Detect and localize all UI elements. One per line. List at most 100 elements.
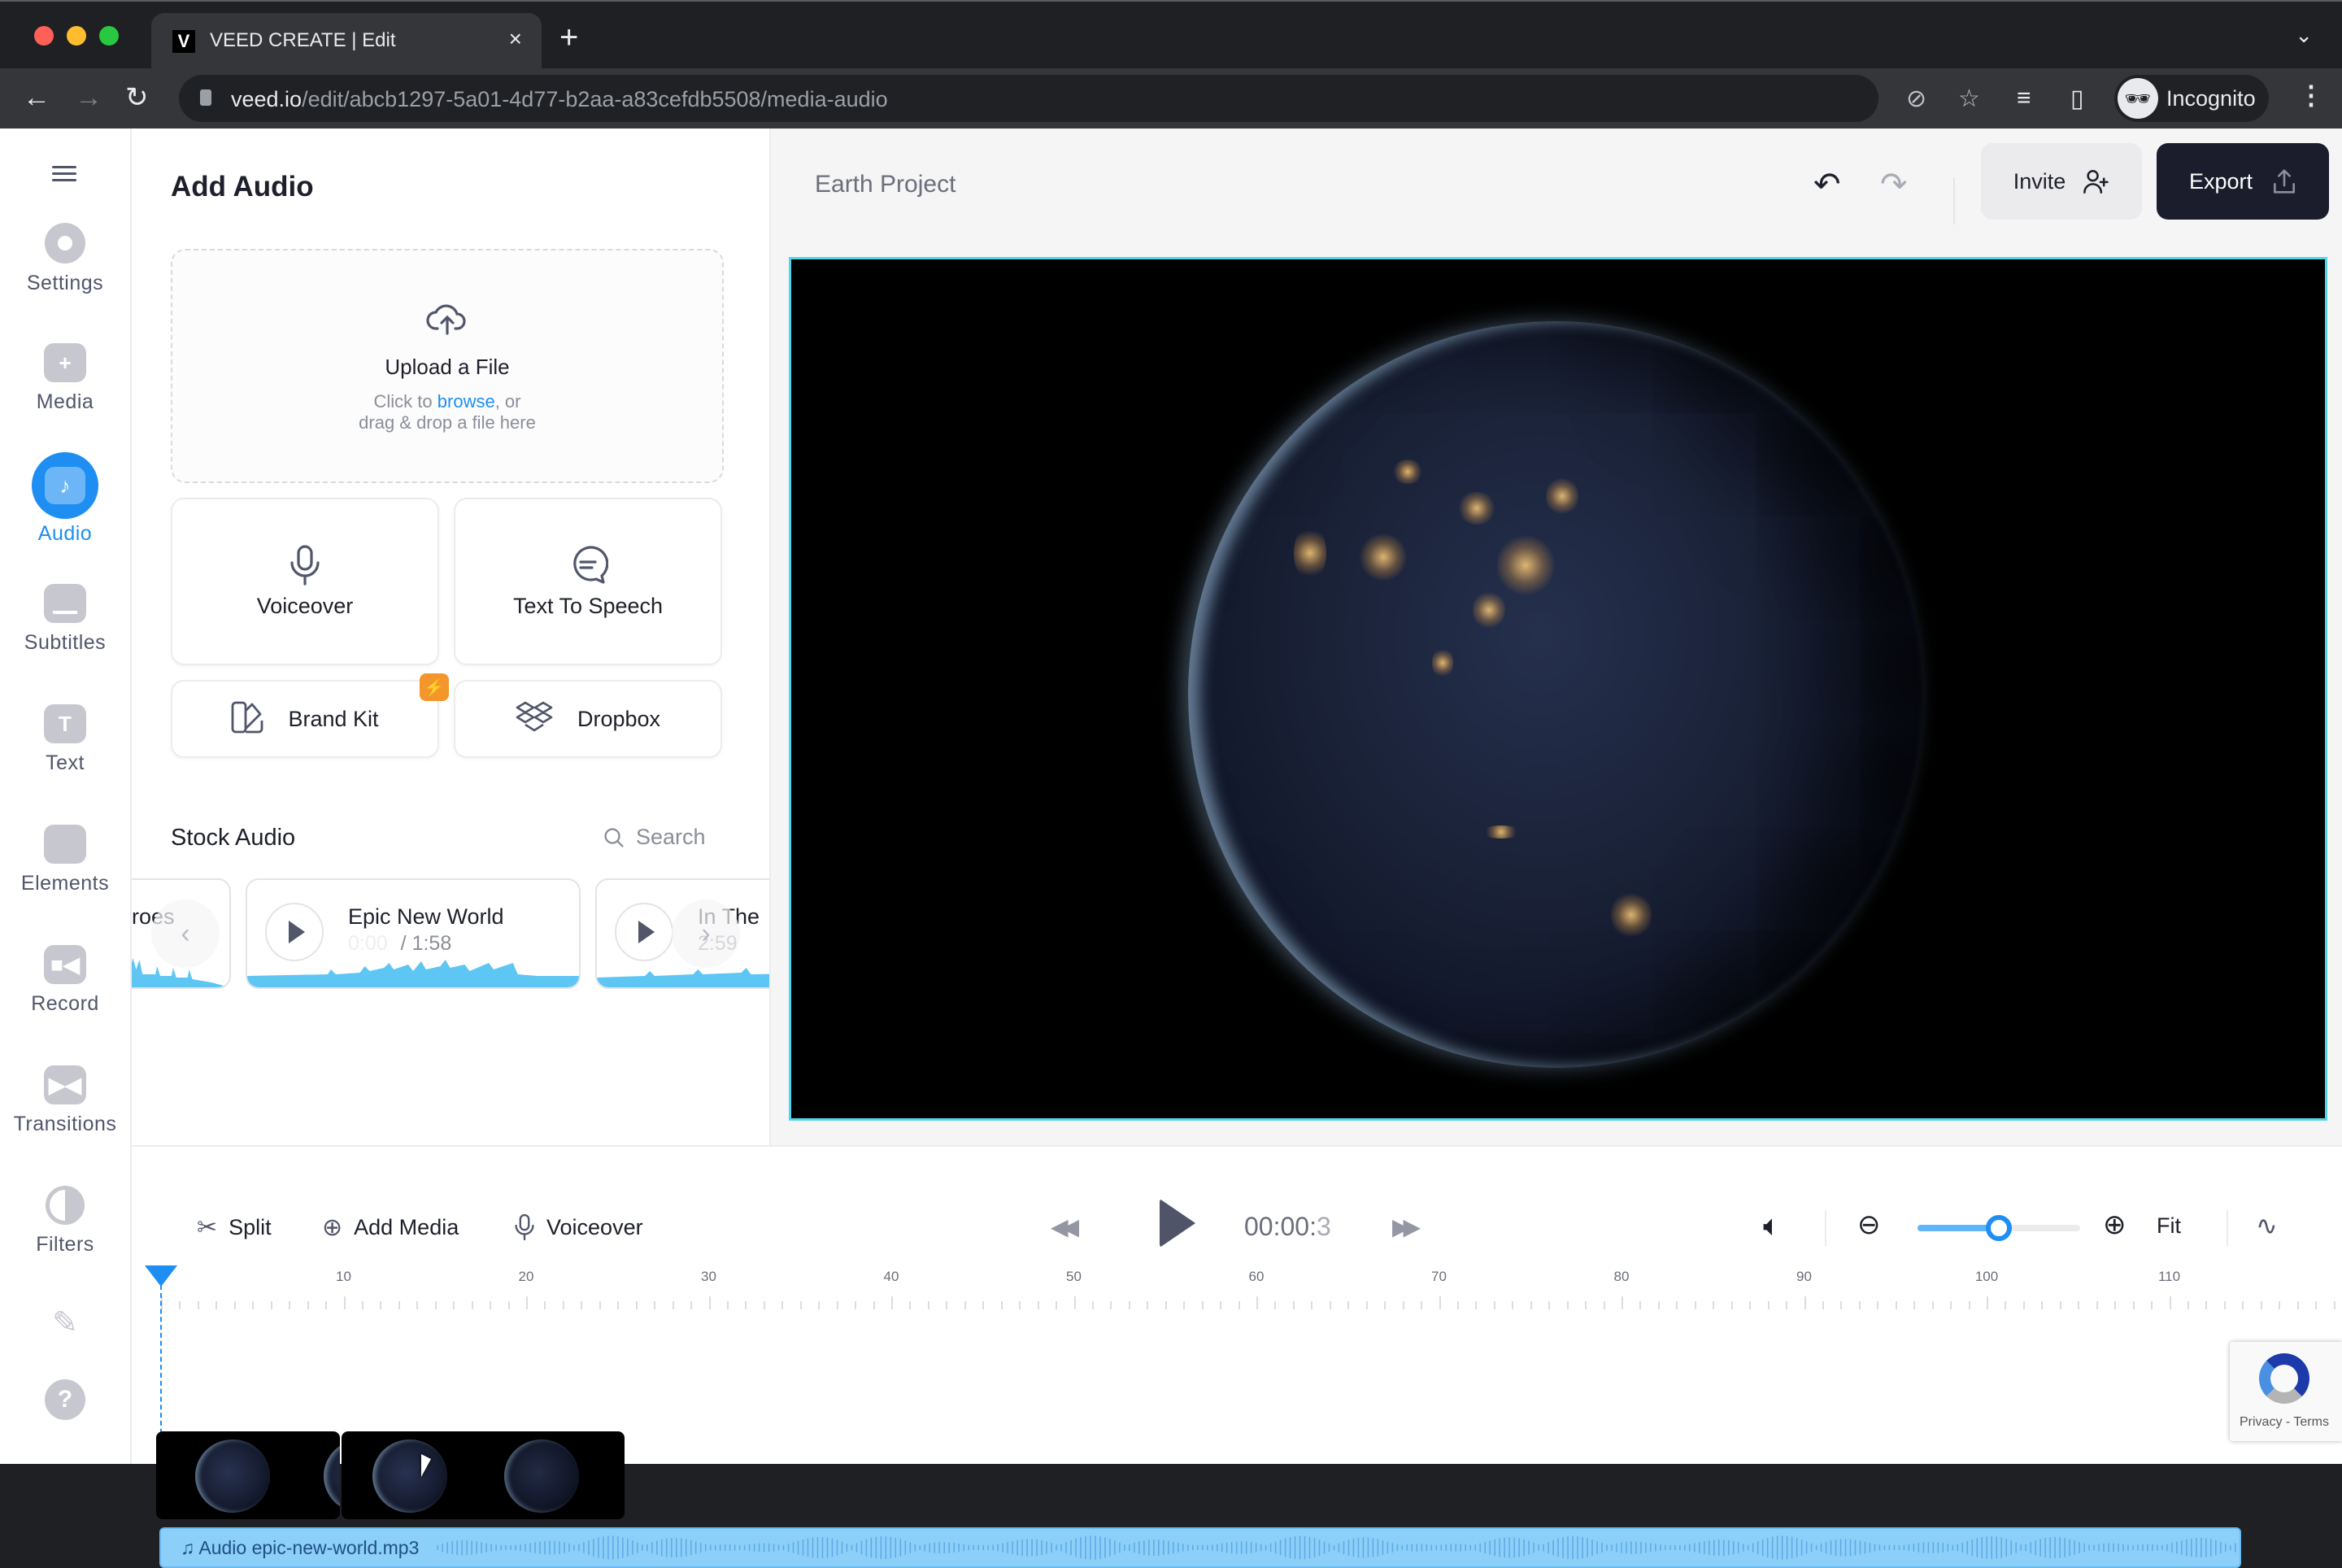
carousel-next-button[interactable]: ›	[672, 899, 740, 968]
waveform-bar	[899, 1539, 902, 1557]
voiceover-card[interactable]: Voiceover	[171, 498, 439, 665]
sidebar-item-transitions[interactable]: ▶◀ Transitions	[0, 1065, 130, 1136]
voiceover-button[interactable]: Voiceover	[514, 1213, 643, 1241]
help-button[interactable]: ?	[0, 1379, 130, 1420]
skip-back-icon[interactable]: ◀◀	[1051, 1213, 1079, 1240]
waveform-bar	[1952, 1544, 1954, 1551]
hamburger-menu-icon[interactable]	[52, 166, 76, 182]
split-button[interactable]: ✂ Split	[197, 1213, 272, 1242]
audio-clip[interactable]: ♫ Audio epic-new-world.mp3	[159, 1527, 2241, 1568]
waveform-bar	[1893, 1544, 1896, 1551]
waveform-bar	[1699, 1542, 1700, 1553]
play-button[interactable]	[1160, 1199, 1195, 1248]
dropbox-card[interactable]: Dropbox	[454, 680, 722, 758]
redo-icon[interactable]: ↷	[1880, 166, 1908, 203]
star-icon[interactable]: ☆	[1958, 85, 1980, 113]
video-preview-canvas[interactable]	[789, 257, 2327, 1121]
playhead-handle[interactable]	[145, 1265, 177, 1287]
stock-audio-search[interactable]: Search	[603, 825, 706, 850]
back-arrow-icon[interactable]: ←	[23, 80, 50, 115]
minimize-window-button[interactable]	[67, 26, 86, 46]
skip-forward-icon[interactable]: ▶▶	[1392, 1213, 1421, 1240]
waveform-bar	[1274, 1541, 1277, 1554]
waveform-bar	[1494, 1539, 1495, 1557]
waveform-bar	[904, 1540, 907, 1555]
ruler-tick	[233, 1301, 236, 1309]
export-button[interactable]: Export	[2157, 143, 2329, 220]
browse-link[interactable]: browse	[437, 391, 495, 412]
sidebar-item-subtitles[interactable]: Subtitles	[0, 584, 130, 655]
audio-clip-label: ♫ Audio epic-new-world.mp3	[181, 1537, 420, 1558]
card-label: Dropbox	[577, 706, 661, 731]
side-panel-icon[interactable]: ▯	[2070, 85, 2084, 113]
new-tab-button[interactable]: +	[559, 21, 578, 54]
dropbox-icon	[516, 701, 553, 738]
earth-video-frame	[1188, 321, 1923, 1068]
forward-arrow-icon[interactable]: →	[75, 80, 102, 115]
waveform-bar	[1284, 1538, 1286, 1557]
close-window-button[interactable]	[34, 26, 54, 46]
recaptcha-badge[interactable]: Privacy - Terms	[2230, 1342, 2342, 1441]
sidebar-item-text[interactable]: T Text	[0, 704, 130, 775]
waveform-bar	[875, 1536, 877, 1559]
carousel-prev-button[interactable]: ‹	[151, 899, 220, 968]
address-bar[interactable]: veed.io/edit/abcb1297-5a01-4d77-b2aa-a83…	[179, 75, 1980, 122]
reload-icon[interactable]: ↻	[125, 80, 149, 115]
waveform-bar	[934, 1542, 936, 1553]
waveform-bar	[1046, 1541, 1047, 1554]
sidebar-item-record[interactable]: ■◀ Record	[0, 945, 130, 1016]
invite-button[interactable]: Invite	[1981, 143, 2142, 220]
waveform-bar	[992, 1544, 994, 1551]
play-icon[interactable]	[615, 903, 673, 961]
waveform-bar	[1396, 1544, 1399, 1552]
ruler-tick	[1256, 1296, 1258, 1309]
ruler-tick	[1037, 1301, 1039, 1309]
sidebar-item-media[interactable]: + Media	[0, 343, 130, 414]
sidebar-item-filters[interactable]: Filters	[0, 1186, 130, 1257]
sidebar-item-audio[interactable]: ♪ Audio	[0, 452, 130, 546]
eye-slash-icon[interactable]: ⊘	[1906, 85, 1926, 113]
waveform-bar	[578, 1544, 580, 1552]
incognito-profile[interactable]: 🕶 Incognito	[2114, 75, 2269, 122]
fit-button[interactable]: Fit	[2157, 1213, 2181, 1239]
tab-search-chevron-icon[interactable]: ⌄	[2295, 23, 2313, 48]
timeline-zoom-slider[interactable]	[1918, 1215, 2080, 1241]
recaptcha-links[interactable]: Privacy - Terms	[2240, 1415, 2329, 1430]
ruler-tick	[1858, 1301, 1861, 1309]
waveform-bar	[2230, 1544, 2231, 1551]
ruler-tick	[2205, 1301, 2208, 1309]
waveform-bar	[938, 1542, 941, 1553]
pencil-icon[interactable]: ✎	[0, 1304, 130, 1341]
volume-icon[interactable]: 🔈︎	[1763, 1209, 1781, 1244]
waveform-bar	[1922, 1542, 1925, 1553]
video-clip[interactable]	[342, 1431, 625, 1519]
track-duration: 0:00/ 1:58	[348, 932, 452, 955]
add-media-button[interactable]: ⊕ Add Media	[322, 1213, 459, 1242]
zoom-in-icon[interactable]: ⊕	[2103, 1209, 2127, 1241]
sidebar-item-elements[interactable]: Elements	[0, 825, 130, 895]
ruler-tick	[1730, 1301, 1733, 1309]
maximize-window-button[interactable]	[99, 26, 119, 46]
waveform-icon[interactable]: ∿	[2256, 1210, 2278, 1241]
tab-close-icon[interactable]: ×	[509, 26, 522, 52]
media-control-icon[interactable]: ≡	[2017, 85, 2031, 112]
zoom-out-icon[interactable]: ⊖	[1857, 1209, 1881, 1241]
undo-icon[interactable]: ↶	[1813, 166, 1841, 203]
timeline-ruler[interactable]: 10 20 30 40 50 60 70 80 90 100 110	[156, 1269, 2335, 1309]
brand-kit-card[interactable]: Brand Kit ⚡	[171, 673, 449, 758]
sidebar-item-settings[interactable]: Settings	[0, 223, 130, 295]
video-clip[interactable]	[156, 1431, 340, 1519]
play-icon[interactable]	[265, 903, 324, 961]
browser-tab[interactable]: V VEED CREATE | Edit ×	[151, 13, 542, 70]
waveform-bar	[2220, 1541, 2222, 1554]
waveform-bar	[593, 1539, 594, 1557]
upload-dropzone[interactable]: Upload a File Click to browse, or drag &…	[171, 249, 724, 483]
project-name[interactable]: Earth Project	[815, 171, 956, 198]
text-to-speech-card[interactable]: Text To Speech	[454, 498, 722, 665]
waveform-bar	[1674, 1545, 1676, 1550]
slider-thumb[interactable]	[1986, 1215, 2012, 1241]
stock-track-card[interactable]: Epic New World 0:00/ 1:58	[246, 878, 581, 989]
sidebar-label: Filters	[36, 1233, 94, 1256]
waveform-bar	[1197, 1545, 1199, 1550]
browser-menu-icon[interactable]: ⋮	[2298, 80, 2324, 111]
